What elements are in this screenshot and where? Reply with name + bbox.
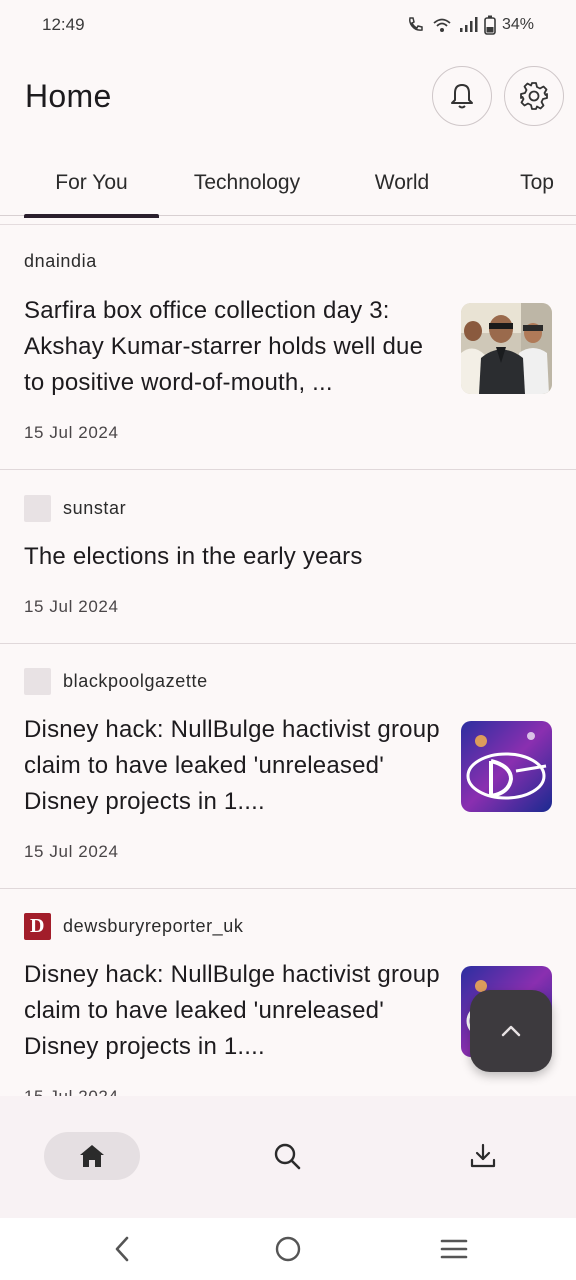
category-tabs: For You Technology World Top xyxy=(0,150,576,218)
article-headline: The elections in the early years xyxy=(24,543,363,570)
article-source: dnaindia xyxy=(24,251,97,272)
chevron-up-icon xyxy=(501,1025,521,1037)
article-date: 15 Jul 2024 xyxy=(24,597,119,616)
tab-label: Top xyxy=(520,171,554,194)
tab-label: World xyxy=(374,171,430,194)
bell-icon xyxy=(451,84,473,109)
tab-top[interactable]: Top xyxy=(504,150,570,216)
signal-icon xyxy=(458,16,478,34)
gear-icon xyxy=(520,82,548,110)
article-thumbnail xyxy=(461,303,552,394)
page-title: Home xyxy=(25,77,112,114)
status-time: 12:49 xyxy=(42,15,85,34)
app-header: Home xyxy=(0,60,576,132)
source-name: dewsburyreporter_uk xyxy=(63,916,244,936)
menu-lines-icon xyxy=(440,1239,468,1259)
bottom-navigation xyxy=(0,1096,576,1218)
battery-icon xyxy=(484,15,496,35)
system-recents-button[interactable] xyxy=(437,1232,471,1266)
article-headline: Sarfira box office collection day 3: Aks… xyxy=(24,297,424,396)
source-logo xyxy=(24,495,51,522)
settings-button[interactable] xyxy=(504,66,564,126)
article-card[interactable]: blackpoolgazette Disney hack: NullBulge … xyxy=(0,644,576,889)
article-date: 15 Jul 2024 xyxy=(24,1087,119,1096)
system-navigation-bar xyxy=(0,1218,576,1280)
home-icon xyxy=(80,1145,104,1167)
notifications-button[interactable] xyxy=(432,66,492,126)
source-logo xyxy=(24,668,51,695)
wifi-icon xyxy=(432,16,452,34)
source-logo: D xyxy=(24,913,51,940)
status-bar: 12:49 34% xyxy=(0,0,576,50)
article-date: 15 Jul 2024 xyxy=(24,423,119,442)
article-card[interactable]: sunstar The elections in the early years… xyxy=(0,470,576,644)
news-feed: dnaindia Sarfira box office collection d… xyxy=(0,224,576,1096)
article-source: D dewsburyreporter_uk xyxy=(24,913,243,940)
article-headline: Disney hack: NullBulge hactivist group c… xyxy=(24,716,440,815)
tab-technology[interactable]: Technology xyxy=(170,150,324,216)
article-source: sunstar xyxy=(24,495,126,522)
article-card[interactable]: dnaindia Sarfira box office collection d… xyxy=(0,225,576,470)
download-icon xyxy=(470,1143,496,1168)
article-thumbnail xyxy=(461,721,552,812)
nav-search[interactable] xyxy=(239,1132,335,1180)
scroll-to-top-button[interactable] xyxy=(470,990,552,1072)
source-name: dnaindia xyxy=(24,251,97,271)
tab-label: Technology xyxy=(193,171,301,194)
back-chevron-icon xyxy=(115,1236,129,1262)
search-icon xyxy=(274,1143,301,1170)
tab-for-you[interactable]: For You xyxy=(24,150,159,218)
system-back-button[interactable] xyxy=(106,1232,140,1266)
wifi-call-icon xyxy=(406,16,426,34)
nav-downloads[interactable] xyxy=(435,1132,531,1180)
status-icons: 34% xyxy=(406,15,534,35)
article-date: 15 Jul 2024 xyxy=(24,842,119,861)
source-name: sunstar xyxy=(63,498,127,518)
article-headline: Disney hack: NullBulge hactivist group c… xyxy=(24,961,440,1060)
tab-world[interactable]: World xyxy=(352,150,452,216)
tab-label: For You xyxy=(55,171,128,194)
source-name: blackpoolgazette xyxy=(63,671,208,691)
article-source: blackpoolgazette xyxy=(24,668,208,695)
header-actions xyxy=(432,66,564,126)
system-home-button[interactable] xyxy=(271,1232,305,1266)
battery-percent: 34% xyxy=(501,16,534,33)
home-circle-icon xyxy=(275,1236,301,1262)
nav-home[interactable] xyxy=(44,1132,140,1180)
